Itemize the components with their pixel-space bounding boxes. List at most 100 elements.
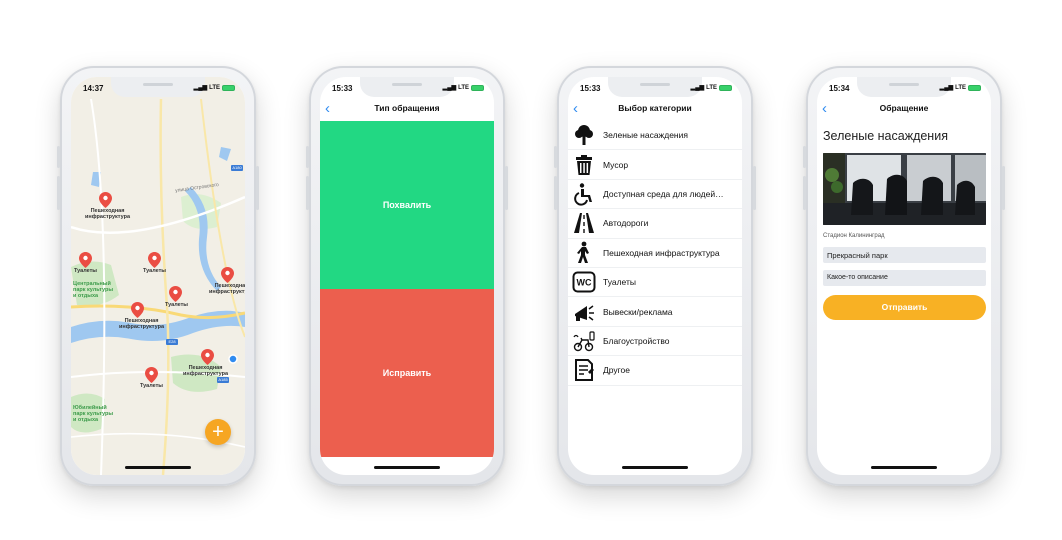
form-screen: 15:34 ▂▄▆ LTE ‹ Обращение Зеленые насажд… — [817, 77, 991, 475]
nav-bar: ‹ Тип обращения — [320, 99, 494, 121]
network-indicator: ▂▄▆ LTE — [194, 84, 235, 91]
category-item[interactable]: Мусор — [568, 150, 742, 180]
pin-label: Туалеты — [140, 383, 163, 389]
map-screen: улица Островского A180 E28 A185 Пешеходн… — [71, 77, 245, 475]
category-label: Доступная среда для людей… — [603, 188, 724, 199]
category-item[interactable]: WC Туалеты — [568, 268, 742, 298]
description-field[interactable]: Какое-то описание — [823, 270, 986, 286]
network-indicator: ▂▄▆ LTE — [940, 84, 981, 91]
document-icon — [575, 359, 594, 382]
status-time: 15:33 — [332, 84, 353, 93]
type-screen: 15:33 ▂▄▆ LTE ‹ Тип обращения Похвалить … — [320, 77, 494, 475]
network-type: LTE — [458, 84, 469, 91]
category-heading: Зеленые насаждения — [823, 129, 948, 143]
road-badge: E28 — [168, 339, 176, 344]
phone-map: улица Островского A180 E28 A185 Пешеходн… — [57, 66, 259, 486]
category-label: Зеленые насаждения — [603, 130, 688, 141]
home-indicator[interactable] — [374, 466, 440, 469]
category-list: Зеленые насаждения Мусор Доступная среда… — [568, 121, 742, 386]
map-pin-icon[interactable] — [148, 252, 161, 268]
phone-request-type: 15:33 ▂▄▆ LTE ‹ Тип обращения Похвалить … — [306, 66, 508, 486]
plus-icon: + — [212, 421, 224, 443]
praise-button[interactable]: Похвалить — [320, 121, 494, 289]
map-pin-icon[interactable] — [169, 286, 182, 302]
pin-label: Пешеходная инфраструктура — [183, 365, 229, 377]
pin-label: Туалеты — [74, 268, 97, 274]
category-label: Туалеты — [603, 277, 637, 288]
battery-icon — [222, 84, 235, 91]
status-bar: 15:34 ▂▄▆ LTE — [817, 77, 991, 99]
road-badge: A180 — [232, 165, 242, 170]
add-report-button[interactable]: + — [205, 419, 231, 445]
pin-label: Пешеходная инфраструктура — [85, 208, 131, 220]
title-field[interactable]: Прекрасный парк — [823, 247, 986, 263]
submit-label: Отправить — [881, 302, 928, 312]
page-title: Обращение — [879, 103, 929, 113]
megaphone-icon — [575, 304, 594, 321]
road-badge: A185 — [218, 377, 228, 382]
home-indicator[interactable] — [622, 466, 688, 469]
battery-icon — [968, 84, 981, 91]
phone-category: 15:33 ▂▄▆ LTE ‹ Выбор категории Зеленые … — [554, 66, 756, 486]
map-view[interactable]: улица Островского A180 E28 A185 Пешеходн… — [71, 77, 245, 475]
map-pin-icon[interactable] — [201, 349, 214, 365]
submit-button[interactable]: Отправить — [823, 295, 986, 320]
home-indicator[interactable] — [125, 466, 191, 469]
map-pin-icon[interactable] — [221, 267, 234, 283]
pin-label: Пешеходная инфраструктура — [209, 283, 245, 295]
category-screen: 15:33 ▂▄▆ LTE ‹ Выбор категории Зеленые … — [568, 77, 742, 475]
wc-icon: WC — [572, 271, 596, 293]
phone-request-form: 15:34 ▂▄▆ LTE ‹ Обращение Зеленые насажд… — [803, 66, 1005, 486]
pin-label: Пешеходная инфраструктура — [119, 318, 165, 330]
praise-label: Похвалить — [382, 200, 432, 210]
attached-photo[interactable] — [823, 153, 986, 225]
pin-label: Туалеты — [143, 268, 166, 274]
category-item[interactable]: Зеленые насаждения — [568, 121, 742, 151]
map-pin-icon[interactable] — [79, 252, 92, 268]
fix-label: Исправить — [382, 368, 432, 378]
page-title: Тип обращения — [374, 103, 440, 113]
category-item[interactable]: Автодороги — [568, 209, 742, 239]
map-pin-icon[interactable] — [131, 302, 144, 318]
category-item[interactable]: Пешеходная инфраструктура — [568, 239, 742, 268]
network-type: LTE — [706, 84, 717, 91]
status-bar: 15:33 ▂▄▆ LTE — [320, 77, 494, 99]
nav-bar: ‹ Обращение — [817, 99, 991, 121]
network-indicator: ▂▄▆ LTE — [691, 84, 732, 91]
battery-icon — [719, 84, 732, 91]
status-time: 14:37 — [83, 84, 104, 93]
category-label: Автодороги — [603, 218, 649, 229]
home-indicator[interactable] — [871, 466, 937, 469]
network-type: LTE — [955, 84, 966, 91]
pedestrian-icon — [577, 241, 589, 263]
svg-text:WC: WC — [577, 278, 592, 288]
park-label: Юбилейный парк культуры и отдыха — [73, 405, 114, 423]
page-title: Выбор категории — [618, 103, 692, 113]
signal-icon: ▂▄▆ — [690, 85, 705, 91]
category-label: Другое — [603, 365, 631, 376]
battery-icon — [471, 84, 484, 91]
trash-icon — [576, 154, 592, 175]
wheelchair-icon — [574, 183, 592, 206]
bench-icon — [573, 331, 595, 352]
status-bar: 15:33 ▂▄▆ LTE — [568, 77, 742, 99]
category-item[interactable]: Доступная среда для людей… — [568, 180, 742, 210]
pin-label: Туалеты — [165, 302, 188, 308]
status-bar: 14:37 ▂▄▆ LTE — [71, 77, 245, 99]
map-pin-icon[interactable] — [99, 192, 112, 208]
category-item[interactable]: Благоустройство — [568, 327, 742, 357]
status-time: 15:34 — [829, 84, 850, 93]
category-item[interactable]: Вывески/реклама — [568, 297, 742, 327]
signal-icon: ▂▄▆ — [193, 85, 208, 91]
category-item[interactable]: Другое — [568, 356, 742, 386]
network-indicator: ▂▄▆ LTE — [443, 84, 484, 91]
signal-icon: ▂▄▆ — [939, 85, 954, 91]
status-time: 15:33 — [580, 84, 601, 93]
fix-button[interactable]: Исправить — [320, 289, 494, 457]
signal-icon: ▂▄▆ — [442, 85, 457, 91]
nav-bar: ‹ Выбор категории — [568, 99, 742, 121]
tree-icon — [575, 125, 593, 146]
photo-caption: Стадион Калининград — [823, 233, 885, 239]
category-label: Вывески/реклама — [603, 306, 673, 317]
map-pin-icon[interactable] — [145, 367, 158, 383]
